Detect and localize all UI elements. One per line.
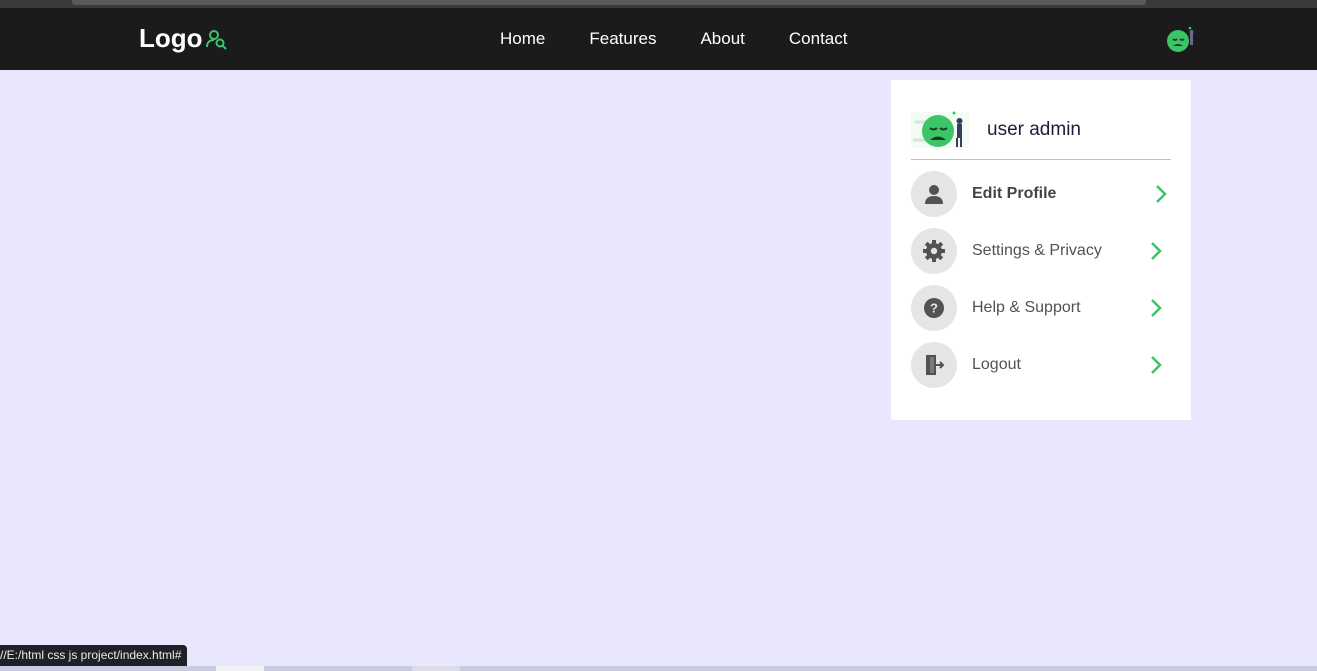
navbar: Logo Home Features About Contact xyxy=(0,8,1317,70)
browser-top-strip xyxy=(0,0,1317,8)
nav-link-contact[interactable]: Contact xyxy=(789,29,848,49)
chevron-right-icon xyxy=(1151,299,1162,317)
menu-item-logout[interactable]: Logout xyxy=(911,342,1163,388)
svg-text:?: ? xyxy=(930,301,938,316)
user-avatar-icon xyxy=(911,111,969,148)
menu-item-settings-privacy[interactable]: Settings & Privacy xyxy=(911,228,1163,274)
menu-item-help-support[interactable]: ? Help & Support xyxy=(911,285,1163,331)
nav-link-about[interactable]: About xyxy=(700,29,744,49)
menu-item-label: Settings & Privacy xyxy=(972,242,1102,259)
browser-tab-strip xyxy=(72,0,1146,5)
user-search-icon xyxy=(205,29,227,50)
browser-status-bar: //E:/html css js project/index.html# xyxy=(0,645,188,666)
menu-item-label: Edit Profile xyxy=(972,185,1057,202)
user-info: user admin xyxy=(911,100,1171,160)
person-icon xyxy=(911,171,957,217)
chevron-right-icon xyxy=(1156,185,1167,203)
scrollbar-segment xyxy=(412,666,460,671)
nav-link-features[interactable]: Features xyxy=(589,29,656,49)
chevron-right-icon xyxy=(1151,356,1162,374)
gear-icon xyxy=(911,228,957,274)
profile-dropdown-menu: user admin Edit Profile Settings & Priva… xyxy=(891,80,1191,420)
nav-link-home[interactable]: Home xyxy=(500,29,545,49)
user-name: user admin xyxy=(987,119,1081,140)
chevron-right-icon xyxy=(1151,242,1162,260)
help-icon: ? xyxy=(911,285,957,331)
nav-links: Home Features About Contact xyxy=(500,29,847,49)
logo[interactable]: Logo xyxy=(139,23,229,54)
menu-item-label: Logout xyxy=(972,356,1021,373)
bottom-scrollbar[interactable] xyxy=(0,666,1317,671)
menu-item-edit-profile[interactable]: Edit Profile xyxy=(911,171,1167,217)
logout-icon xyxy=(911,342,957,388)
logo-text: Logo xyxy=(139,23,203,53)
menu-item-label: Help & Support xyxy=(972,299,1081,316)
menu-divider xyxy=(911,159,1171,160)
user-avatar-icon[interactable] xyxy=(1163,25,1197,55)
scrollbar-segment xyxy=(216,666,264,671)
